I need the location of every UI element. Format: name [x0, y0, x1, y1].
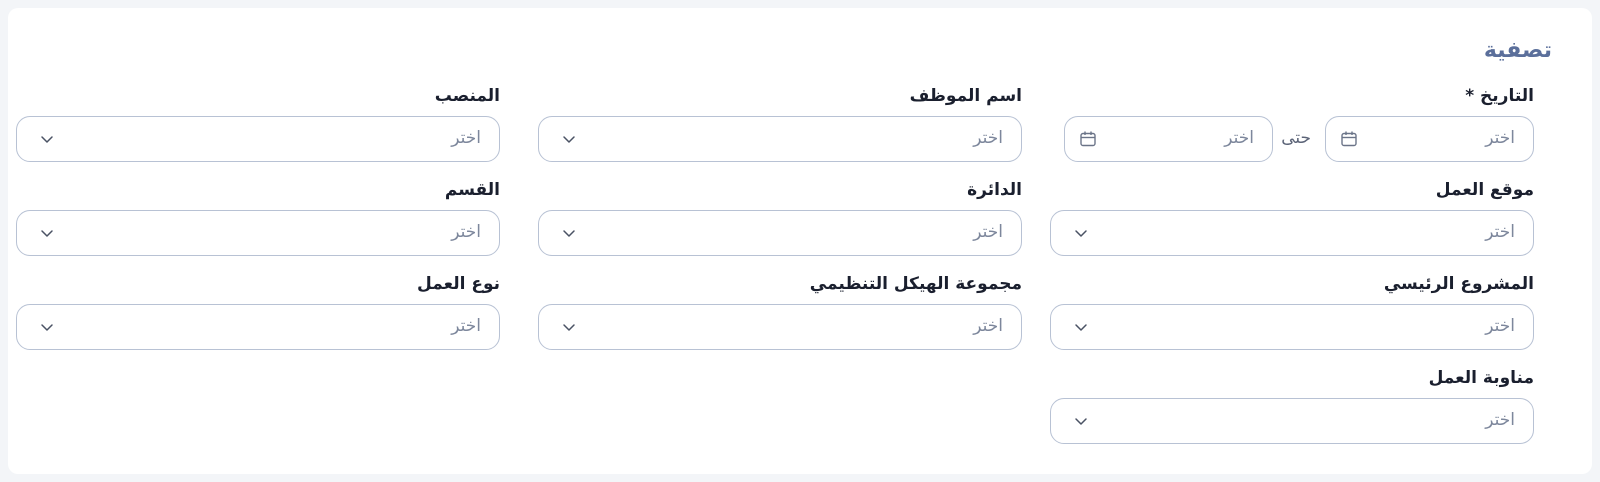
- work-shift-label: مناوبة العمل: [1428, 368, 1534, 388]
- org-structure-group-label: مجموعة الهيكل التنظيمي: [809, 274, 1022, 294]
- department-label: الدائرة: [967, 180, 1022, 200]
- employee-name-label: اسم الموظف: [909, 86, 1022, 106]
- position-select[interactable]: اختر: [16, 116, 500, 162]
- department-placeholder: اختر: [973, 222, 1003, 242]
- chevron-down-icon: [41, 136, 53, 143]
- work-shift-placeholder: اختر: [1485, 410, 1515, 430]
- date-label: التاريخ *: [1465, 86, 1534, 106]
- work-shift-select[interactable]: اختر: [1050, 398, 1534, 444]
- chevron-down-icon: [41, 324, 53, 331]
- date-until-label: حتى: [1281, 128, 1311, 148]
- date-to-placeholder: اختر: [1224, 128, 1254, 148]
- date-to-input[interactable]: اختر: [1064, 116, 1273, 162]
- main-project-select[interactable]: اختر: [1050, 304, 1534, 350]
- position-label: المنصب: [434, 86, 500, 106]
- date-from-input[interactable]: اختر: [1325, 116, 1534, 162]
- calendar-icon: [1341, 131, 1357, 147]
- position-placeholder: اختر: [451, 128, 481, 148]
- employee-name-select[interactable]: اختر: [538, 116, 1022, 162]
- chevron-down-icon: [1075, 324, 1087, 331]
- chevron-down-icon: [563, 230, 575, 237]
- work-type-placeholder: اختر: [451, 316, 481, 336]
- work-location-select[interactable]: اختر: [1050, 210, 1534, 256]
- org-structure-group-select[interactable]: اختر: [538, 304, 1022, 350]
- chevron-down-icon: [563, 136, 575, 143]
- section-placeholder: اختر: [451, 222, 481, 242]
- org-structure-group-placeholder: اختر: [973, 316, 1003, 336]
- date-from-placeholder: اختر: [1485, 128, 1515, 148]
- work-location-placeholder: اختر: [1485, 222, 1515, 242]
- chevron-down-icon: [1075, 418, 1087, 425]
- calendar-icon: [1080, 131, 1096, 147]
- filter-title: تصفية: [1483, 38, 1552, 63]
- section-label: القسم: [444, 180, 500, 200]
- work-type-label: نوع العمل: [417, 274, 500, 294]
- chevron-down-icon: [41, 230, 53, 237]
- filter-panel: تصفية التاريخ * اختر حتى اختر اسم الموظف…: [8, 8, 1592, 474]
- chevron-down-icon: [1075, 230, 1087, 237]
- work-location-label: موقع العمل: [1435, 180, 1534, 200]
- work-type-select[interactable]: اختر: [16, 304, 500, 350]
- main-project-placeholder: اختر: [1485, 316, 1515, 336]
- chevron-down-icon: [563, 324, 575, 331]
- employee-name-placeholder: اختر: [973, 128, 1003, 148]
- department-select[interactable]: اختر: [538, 210, 1022, 256]
- section-select[interactable]: اختر: [16, 210, 500, 256]
- main-project-label: المشروع الرئيسي: [1383, 274, 1534, 294]
